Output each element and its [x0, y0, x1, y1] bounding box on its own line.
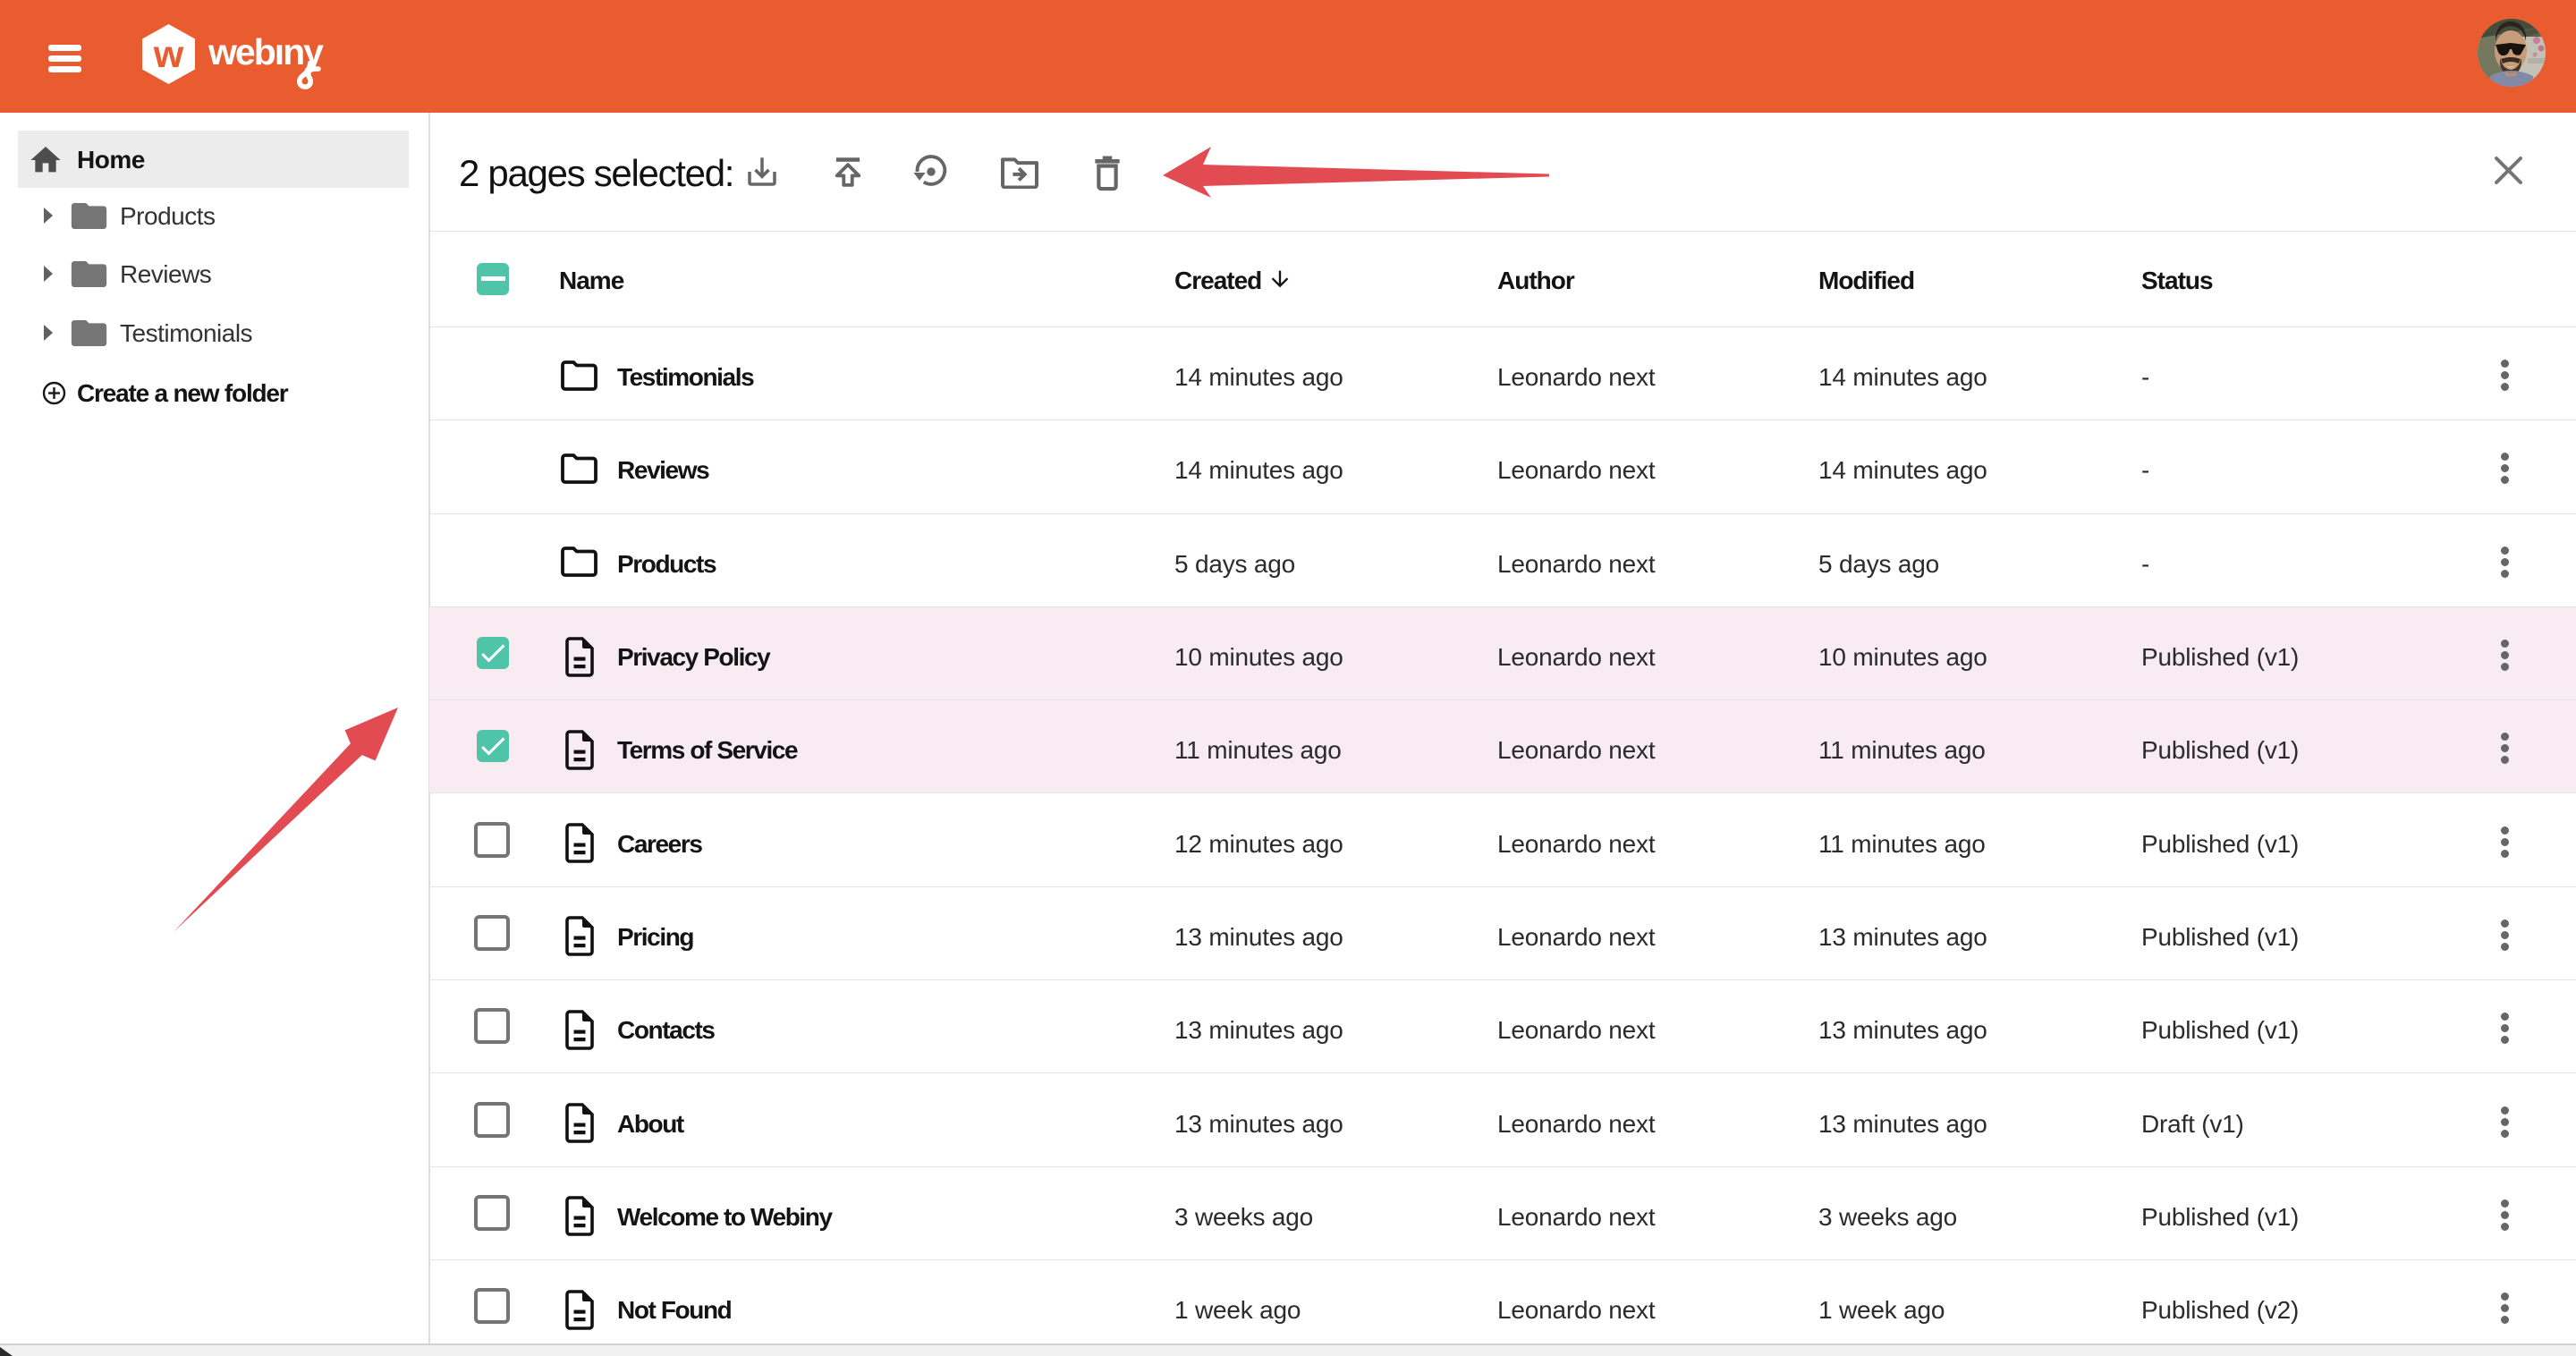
svg-text:w: w — [153, 33, 184, 76]
